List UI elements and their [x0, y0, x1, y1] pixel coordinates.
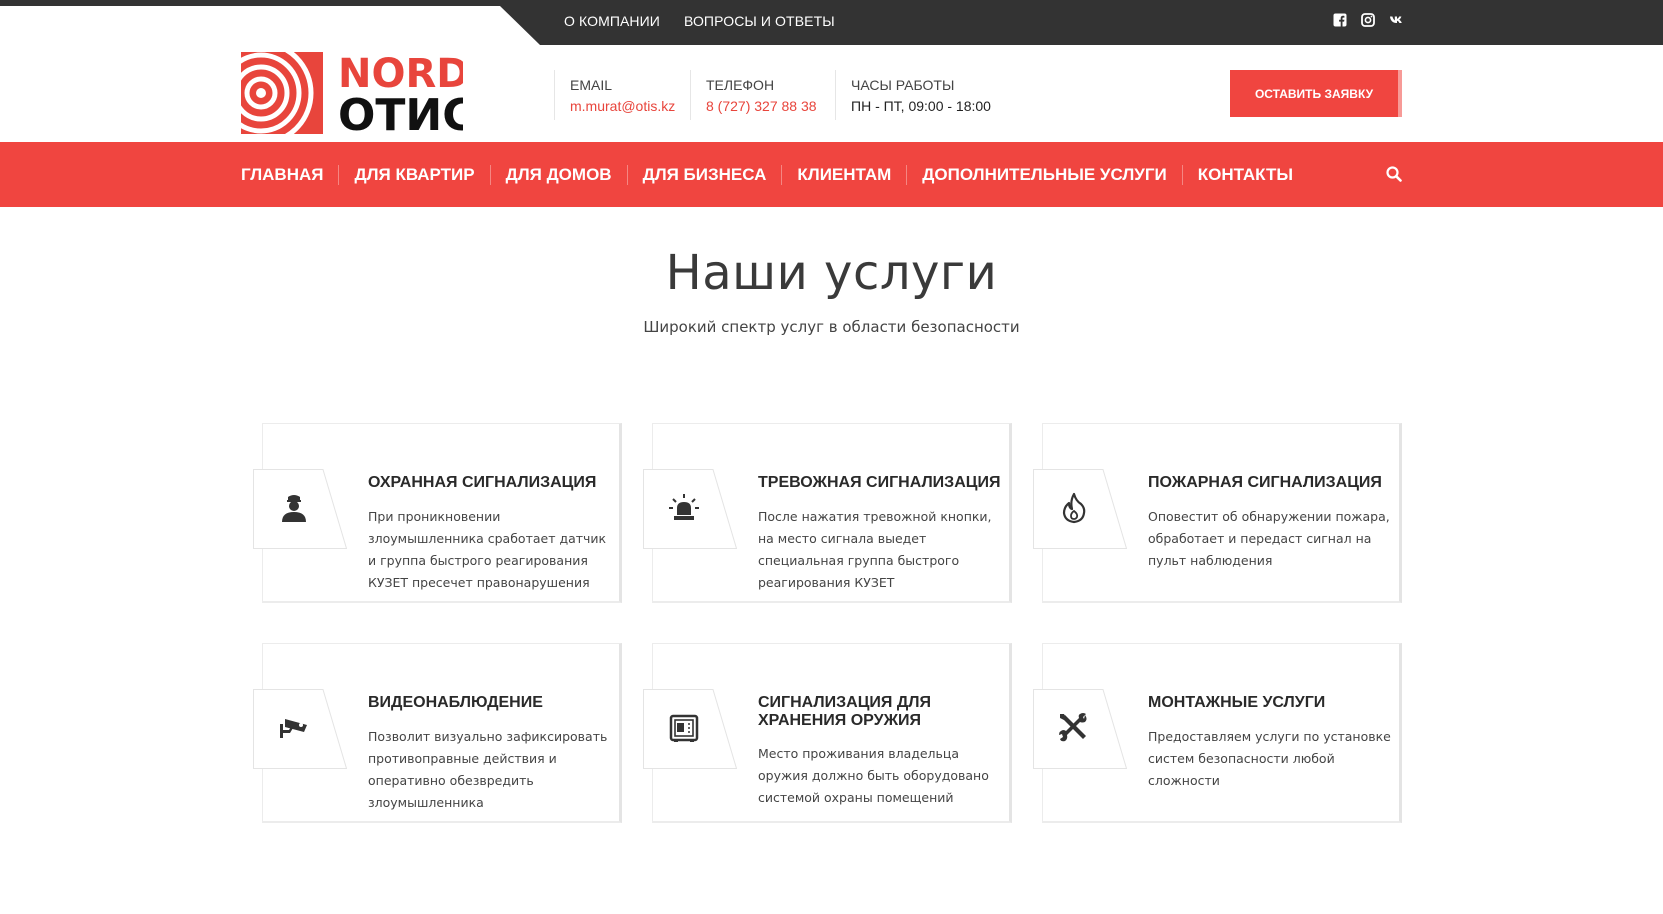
phone-value[interactable]: 8 (727) 327 88 38	[706, 98, 817, 114]
service-icon-box	[1033, 689, 1128, 769]
service-icon-box	[643, 469, 738, 549]
instagram-icon[interactable]	[1361, 13, 1375, 27]
email-value[interactable]: m.murat@otis.kz	[570, 98, 675, 114]
service-title: ТРЕВОЖНАЯ СИГНАЛИЗАЦИЯ	[758, 474, 1001, 491]
nav-item-apartments[interactable]: ДЛЯ КВАРТИР	[338, 164, 489, 185]
phone-label: ТЕЛЕФОН	[706, 77, 775, 93]
company-logo[interactable]: NORD ОТИС	[241, 51, 475, 141]
service-text: Оповестит об обнаружении пожара, обработ…	[1148, 509, 1390, 568]
social-links	[1333, 13, 1403, 27]
hours-value: ПН - ПТ, 09:00 - 18:00	[851, 98, 991, 114]
contact-phone: ТЕЛЕФОН 8 (727) 327 88 38	[690, 70, 817, 120]
logo-line-2: ОТИС	[338, 90, 463, 136]
service-title: МОНТАЖНЫЕ УСЛУГИ	[1148, 694, 1326, 711]
nav-item-clients[interactable]: КЛИЕНТАМ	[781, 164, 906, 185]
vk-icon[interactable]	[1389, 13, 1403, 27]
nav-item-business[interactable]: ДЛЯ БИЗНЕСА	[626, 164, 782, 185]
service-title: ОХРАННАЯ СИГНАЛИЗАЦИЯ	[368, 474, 597, 491]
facebook-icon[interactable]	[1333, 13, 1347, 27]
service-title: ВИДЕОНАБЛЮДЕНИЕ	[368, 694, 543, 711]
service-icon-box	[253, 469, 348, 549]
safe-icon	[669, 714, 699, 742]
top-bar-cutout	[0, 6, 540, 45]
top-link-about[interactable]: О КОМПАНИИ	[564, 13, 660, 29]
service-icon-box	[253, 689, 348, 769]
guard-icon	[282, 495, 306, 522]
nav-item-contacts[interactable]: КОНТАКТЫ	[1181, 164, 1308, 185]
fire-icon	[1062, 492, 1086, 524]
service-icon-box	[1033, 469, 1128, 549]
nav-item-extra-services[interactable]: ДОПОЛНИТЕЛЬНЫЕ УСЛУГИ	[906, 164, 1181, 185]
section-subtitle: Широкий спектр услуг в области безопасно…	[643, 318, 1020, 336]
hours-label: ЧАСЫ РАБОТЫ	[851, 77, 955, 93]
main-nav: ГЛАВНАЯ ДЛЯ КВАРТИР ДЛЯ ДОМОВ ДЛЯ БИЗНЕС…	[0, 142, 1663, 207]
service-text: При проникновении злоумышленника сработа…	[368, 509, 607, 590]
top-link-faq[interactable]: ВОПРОСЫ И ОТВЕТЫ	[684, 13, 835, 29]
search-icon[interactable]	[1386, 166, 1402, 182]
section-title: Наши услуги	[665, 245, 998, 301]
tools-icon	[1059, 713, 1087, 742]
camera-icon	[280, 719, 307, 738]
service-title: ПОЖАРНАЯ СИГНАЛИЗАЦИЯ	[1148, 474, 1382, 491]
nav-item-houses[interactable]: ДЛЯ ДОМОВ	[489, 164, 627, 185]
service-text: Позволит визуально зафиксировать противо…	[368, 729, 608, 810]
siren-icon	[669, 494, 699, 520]
nav-item-home[interactable]: ГЛАВНАЯ	[241, 165, 338, 185]
email-label: EMAIL	[570, 77, 613, 93]
service-text: Место проживания владельца оружия должно…	[758, 746, 989, 805]
contact-hours: ЧАСЫ РАБОТЫ ПН - ПТ, 09:00 - 18:00	[835, 70, 991, 120]
request-button[interactable]: ОСТАВИТЬ ЗАЯВКУ	[1230, 70, 1402, 117]
top-nav: О КОМПАНИИ ВОПРОСЫ И ОТВЕТЫ	[564, 13, 835, 29]
service-icon-box	[643, 689, 738, 769]
service-title: СИГНАЛИЗАЦИЯ ДЛЯ ХРАНЕНИЯ ОРУЖИЯ	[758, 694, 931, 729]
service-text: Предоставляем услуги по установке систем…	[1148, 729, 1391, 788]
service-text: После нажатия тревожной кнопки, на место…	[758, 509, 992, 590]
contact-email: EMAIL m.murat@otis.kz	[554, 70, 675, 120]
